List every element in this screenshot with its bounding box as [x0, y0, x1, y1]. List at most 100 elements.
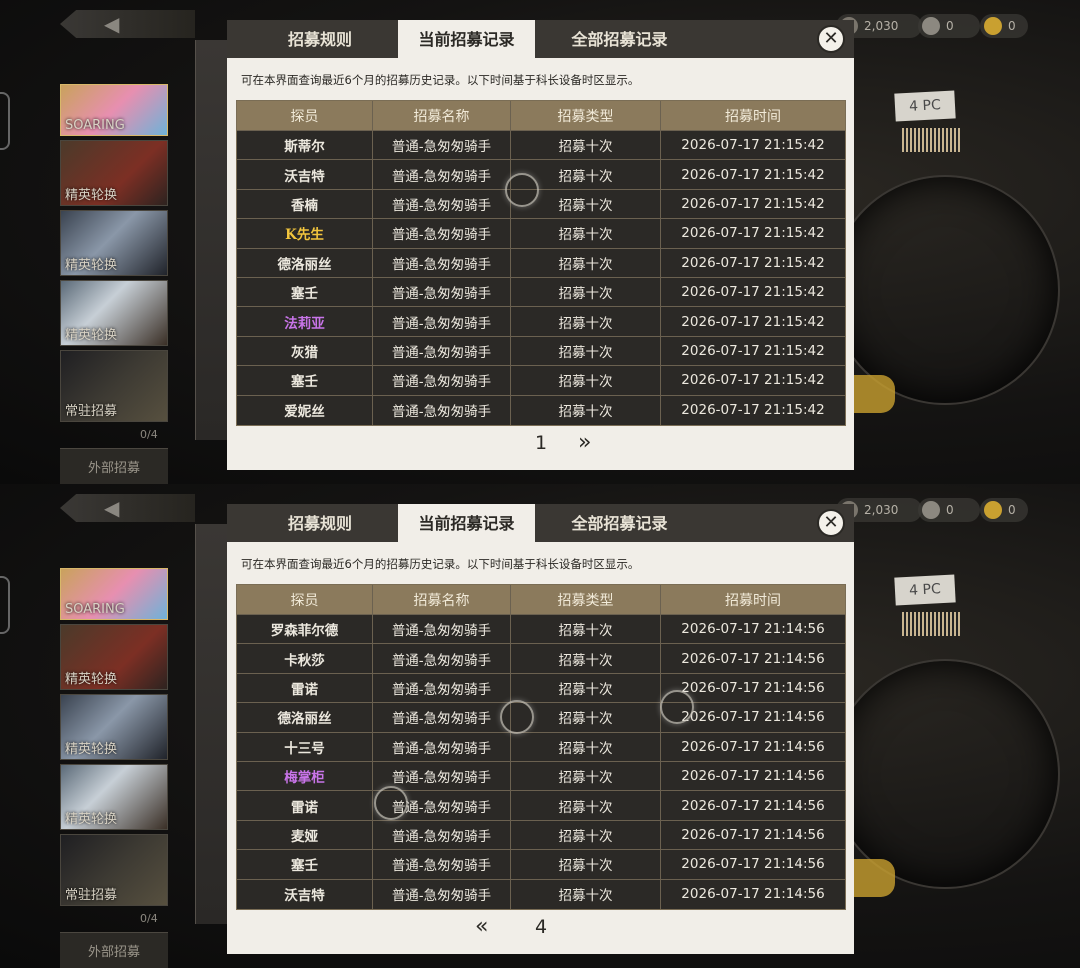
- tab-all-records[interactable]: 全部招募记录: [552, 20, 687, 58]
- banner-elite-rotation-3[interactable]: 精英轮换: [60, 280, 168, 346]
- tab-recruit-rules[interactable]: 招募规则: [265, 20, 375, 58]
- banner-standard[interactable]: 常驻招募: [60, 834, 168, 906]
- close-button[interactable]: ✕: [817, 25, 845, 53]
- agent-name: K先生: [237, 219, 373, 248]
- recruit-type: 招募十次: [511, 248, 661, 277]
- banner-elite-rotation-1[interactable]: 精英轮换: [60, 624, 168, 690]
- recruit-type: 招募十次: [511, 732, 661, 761]
- recruit-name: 普通-急匆匆骑手: [373, 248, 511, 277]
- recruit-name: 普通-急匆匆骑手: [373, 395, 511, 425]
- currency-value: 0: [946, 503, 954, 517]
- notice-text: 可在本界面查询最近6个月的招募历史记录。以下时间基于科长设备时区显示。: [241, 73, 640, 87]
- banner-soaring[interactable]: SOARING: [60, 568, 168, 620]
- yellow-tab-decoration: [850, 375, 895, 413]
- header-recruit-time: 招募时间: [725, 108, 781, 125]
- external-recruit-button[interactable]: 外部招募: [60, 932, 168, 968]
- recruit-name: 普通-急匆匆骑手: [373, 219, 511, 248]
- recruit-time: 2026-07-17 21:14:56: [681, 768, 825, 785]
- table-row: 香楠 普通-急匆匆骑手 招募十次 2026-07-17 21:15:42: [237, 189, 845, 220]
- side-tab-handle[interactable]: [0, 576, 10, 634]
- prev-page-icon[interactable]: «: [475, 914, 488, 939]
- recruit-record-dialog: 招募规则 当前招募记录 全部招募记录 ✕ 可在本界面查询最近6个月的招募历史记录…: [227, 20, 854, 470]
- recruit-name: 普通-急匆匆骑手: [373, 277, 511, 307]
- gold-coin-icon: [984, 501, 1002, 519]
- agent-name: 卡秋莎: [237, 644, 373, 673]
- recruit-name: 普通-急匆匆骑手: [373, 879, 511, 909]
- agent-name: 沃吉特: [237, 160, 373, 189]
- tab-all-records[interactable]: 全部招募记录: [552, 504, 687, 542]
- next-page-icon[interactable]: »: [578, 430, 591, 455]
- recruit-name: 普通-急匆匆骑手: [373, 307, 511, 336]
- tab-current-records[interactable]: 当前招募记录: [398, 504, 535, 542]
- agent-name: 塞壬: [237, 850, 373, 879]
- close-icon: ✕: [823, 28, 839, 49]
- banner-elite-rotation-2[interactable]: 精英轮换: [60, 694, 168, 760]
- banner-badge-text: SOARING: [65, 602, 125, 617]
- table-row: 罗森菲尔德 普通-急匆匆骑手 招募十次 2026-07-17 21:14:56: [237, 615, 845, 645]
- table-header: 探员 招募名称 招募类型 招募时间: [237, 585, 845, 615]
- table-row: K先生 普通-急匆匆骑手 招募十次 2026-07-17 21:15:42: [237, 219, 845, 249]
- yellow-tab-decoration: [850, 859, 895, 897]
- recruit-type: 招募十次: [511, 820, 661, 850]
- recruit-name: 普通-急匆匆骑手: [373, 703, 511, 732]
- recruit-type: 招募十次: [511, 673, 661, 703]
- table-row: 斯蒂尔 普通-急匆匆骑手 招募十次 2026-07-17 21:15:42: [237, 131, 845, 161]
- banner-elite-rotation-2[interactable]: 精英轮换: [60, 210, 168, 276]
- back-button[interactable]: ◀: [60, 10, 195, 38]
- table-row: 麦娅 普通-急匆匆骑手 招募十次 2026-07-17 21:14:56: [237, 820, 845, 851]
- banner-standard[interactable]: 常驻招募: [60, 350, 168, 422]
- banner-label: 精英轮换: [65, 328, 118, 343]
- recruit-name: 普通-急匆匆骑手: [373, 820, 511, 850]
- close-icon: ✕: [823, 512, 839, 533]
- recruit-time: 2026-07-17 21:14:56: [681, 650, 825, 667]
- recruit-time: 2026-07-17 21:15:42: [681, 225, 825, 242]
- agent-name: 塞壬: [237, 277, 373, 307]
- table-row: 雷诺 普通-急匆匆骑手 招募十次 2026-07-17 21:14:56: [237, 673, 845, 704]
- table-row: 德洛丽丝 普通-急匆匆骑手 招募十次 2026-07-17 21:15:42: [237, 248, 845, 278]
- table-row: 十三号 普通-急匆匆骑手 招募十次 2026-07-17 21:14:56: [237, 732, 845, 762]
- recruit-name: 普通-急匆匆骑手: [373, 189, 511, 219]
- table-row: 塞壬 普通-急匆匆骑手 招募十次 2026-07-17 21:14:56: [237, 850, 845, 880]
- recruit-name: 普通-急匆匆骑手: [373, 850, 511, 879]
- tab-recruit-rules[interactable]: 招募规则: [265, 504, 375, 542]
- agent-name: 斯蒂尔: [237, 131, 373, 160]
- banner-soaring[interactable]: SOARING: [60, 84, 168, 136]
- recruit-time: 2026-07-17 21:14:56: [681, 738, 825, 755]
- pagination: 1 »: [227, 428, 854, 462]
- recruit-type: 招募十次: [511, 219, 661, 248]
- currency-value: 0: [1008, 503, 1016, 517]
- recruit-name: 普通-急匆匆骑手: [373, 366, 511, 395]
- dial-decoration: [830, 175, 1060, 405]
- recruit-counter: 0/4: [140, 912, 158, 925]
- banner-label: 精英轮换: [65, 812, 118, 827]
- records-panel: 可在本界面查询最近6个月的招募历史记录。以下时间基于科长设备时区显示。 探员 招…: [227, 58, 854, 470]
- banner-elite-rotation-3[interactable]: 精英轮换: [60, 764, 168, 830]
- table-row: 爱妮丝 普通-急匆匆骑手 招募十次 2026-07-17 21:15:42: [237, 395, 845, 425]
- header-agent: 探员: [237, 585, 373, 614]
- recruit-name: 普通-急匆匆骑手: [373, 673, 511, 703]
- currency-3: 0: [980, 498, 1028, 522]
- side-tab-handle[interactable]: [0, 92, 10, 150]
- banner-elite-rotation-1[interactable]: 精英轮换: [60, 140, 168, 206]
- external-recruit-button[interactable]: 外部招募: [60, 448, 168, 484]
- touch-indicator: [500, 700, 534, 734]
- recruit-type: 招募十次: [511, 307, 661, 336]
- back-arrow-icon: ◀: [104, 496, 120, 520]
- recruit-history-screen: ◀ SOARING 精英轮换 精英轮换 精英轮换 常驻招募 0/4 外部招募 2…: [0, 484, 1080, 968]
- agent-name: 灰猎: [237, 336, 373, 366]
- agent-name: 沃吉特: [237, 879, 373, 909]
- dial-decoration: [830, 659, 1060, 889]
- agent-name: 雷诺: [237, 673, 373, 703]
- recruit-type: 招募十次: [511, 131, 661, 160]
- back-button[interactable]: ◀: [60, 494, 195, 522]
- records-panel: 可在本界面查询最近6个月的招募历史记录。以下时间基于科长设备时区显示。 探员 招…: [227, 542, 854, 954]
- close-button[interactable]: ✕: [817, 509, 845, 537]
- tab-current-records[interactable]: 当前招募记录: [398, 20, 535, 58]
- header-recruit-name: 招募名称: [373, 101, 511, 130]
- recruit-type: 招募十次: [511, 336, 661, 366]
- barcode-icon: [900, 612, 960, 636]
- table-row: 梅掌柜 普通-急匆匆骑手 招募十次 2026-07-17 21:14:56: [237, 761, 845, 792]
- agent-name: 德洛丽丝: [237, 703, 373, 732]
- tab-bar: 招募规则 当前招募记录 全部招募记录 ✕: [227, 504, 854, 542]
- recruit-type: 招募十次: [511, 761, 661, 791]
